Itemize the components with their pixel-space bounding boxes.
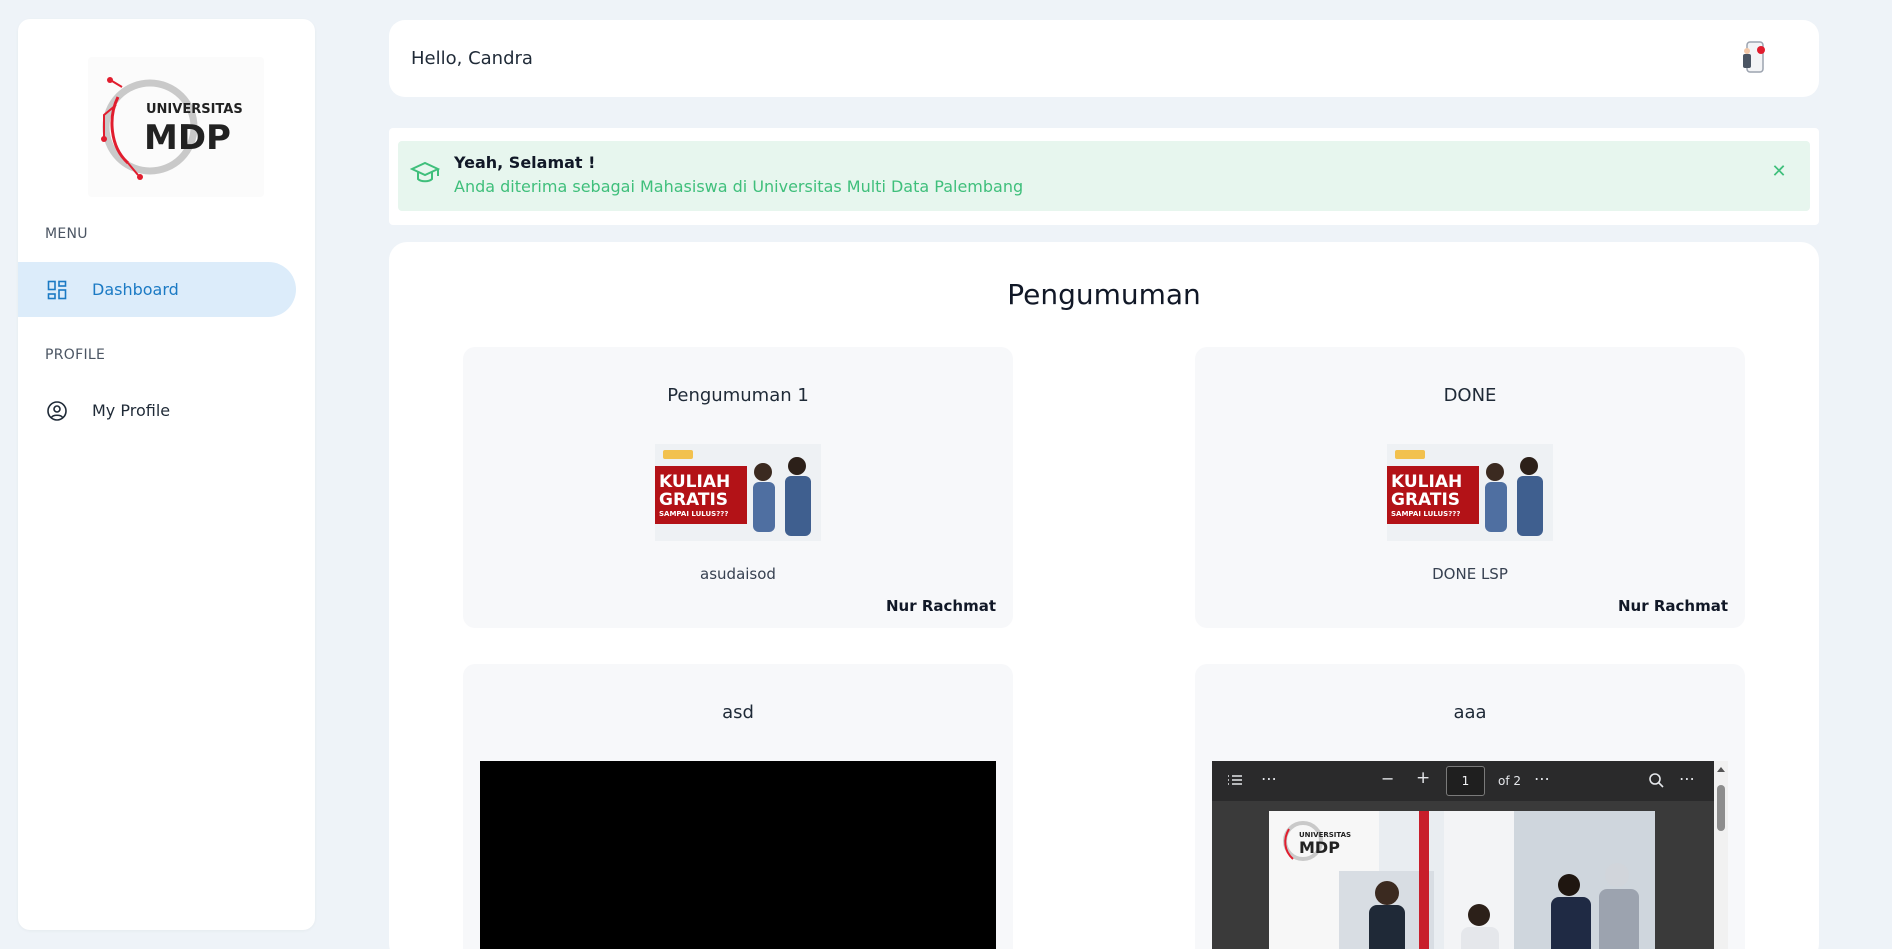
close-icon[interactable]: ✕: [1770, 163, 1788, 181]
announcements-panel: Pengumuman Pengumuman 1 KULIAH GRATIS SA…: [389, 242, 1819, 949]
announcement-description: asudaisod: [700, 565, 776, 583]
dashboard-grid-icon: [46, 279, 68, 301]
banner-line-3: SAMPAI LULUS???: [659, 510, 728, 518]
page-title: Pengumuman: [1007, 278, 1201, 311]
logo-text-top: UNIVERSITAS: [146, 102, 243, 117]
sidebar: UNIVERSITAS MDP MENU Dashboard PROFILE M…: [18, 19, 315, 930]
announcement-card: aaa ⋯ − + 1 of 2 ⋯ ⋯ UNIVERSITAS MDP: [1195, 664, 1745, 949]
success-alert: Yeah, Selamat ! Anda diterima sebagai Ma…: [398, 141, 1810, 211]
sidebar-item-label: Dashboard: [92, 280, 179, 299]
announcement-author: Nur Rachmat: [885, 597, 996, 615]
announcement-author: Nur Rachmat: [1617, 597, 1728, 615]
pdf-scrollbar[interactable]: [1714, 761, 1728, 949]
kebab-menu-icon[interactable]: ⋯: [1679, 769, 1695, 788]
alert-title: Yeah, Selamat !: [454, 153, 596, 172]
announcement-card: DONE KULIAH GRATIS SAMPAI LULUS??? DONE …: [1195, 347, 1745, 628]
banner-line-2: GRATIS: [659, 490, 728, 510]
pdf-page-count: of 2: [1498, 774, 1522, 788]
announcement-title: DONE: [1443, 385, 1497, 406]
scroll-up-icon[interactable]: [1714, 762, 1728, 776]
sidebar-item-dashboard[interactable]: Dashboard: [18, 262, 296, 317]
announcement-image[interactable]: KULIAH GRATIS SAMPAI LULUS???: [1387, 444, 1553, 541]
pdf-page: UNIVERSITAS MDP: [1269, 811, 1655, 949]
greeting: Hello, Candra: [411, 48, 533, 69]
announcement-card: asd: [463, 664, 1013, 949]
announcement-card: Pengumuman 1 KULIAH GRATIS SAMPAI LULUS?…: [463, 347, 1013, 628]
pdf-viewer[interactable]: ⋯ − + 1 of 2 ⋯ ⋯ UNIVERSITAS MDP: [1212, 761, 1728, 949]
graduation-cap-icon: [409, 158, 441, 188]
sidebar-item-my-profile[interactable]: My Profile: [18, 383, 296, 438]
zoom-in-icon[interactable]: +: [1416, 768, 1430, 788]
menu-section-label: MENU: [45, 226, 88, 242]
banner-line-3: SAMPAI LULUS???: [1391, 510, 1460, 518]
alert-container: Yeah, Selamat ! Anda diterima sebagai Ma…: [389, 128, 1819, 225]
logo-text-main: MDP: [144, 118, 231, 158]
more-tools-icon[interactable]: ⋯: [1534, 769, 1550, 788]
avatar[interactable]: [1737, 40, 1773, 76]
pdf-logo-main: MDP: [1299, 838, 1340, 857]
zoom-out-icon[interactable]: −: [1381, 769, 1394, 788]
banner-line-1: KULIAH: [1391, 472, 1462, 492]
video-player[interactable]: [480, 761, 996, 949]
announcement-title: aaa: [1453, 702, 1487, 723]
alert-message: Anda diterima sebagai Mahasiswa di Unive…: [454, 177, 1024, 196]
announcement-description: DONE LSP: [1432, 565, 1508, 583]
pdf-toolbar: ⋯ − + 1 of 2 ⋯ ⋯: [1212, 761, 1714, 801]
profile-section-label: PROFILE: [45, 347, 106, 363]
announcement-title: asd: [722, 702, 754, 723]
pdf-page-number-input[interactable]: 1: [1446, 766, 1485, 796]
more-options-icon[interactable]: ⋯: [1261, 769, 1277, 788]
outline-icon[interactable]: [1226, 771, 1244, 793]
university-logo: UNIVERSITAS MDP: [88, 57, 264, 197]
banner-line-2: GRATIS: [1391, 490, 1460, 510]
announcement-title: Pengumuman 1: [667, 385, 809, 406]
top-header: Hello, Candra: [389, 20, 1819, 97]
scrollbar-thumb[interactable]: [1717, 785, 1725, 831]
banner-line-1: KULIAH: [659, 472, 730, 492]
announcement-image[interactable]: KULIAH GRATIS SAMPAI LULUS???: [655, 444, 821, 541]
search-icon[interactable]: [1648, 772, 1664, 792]
user-circle-icon: [46, 400, 68, 422]
sidebar-item-label: My Profile: [92, 401, 171, 420]
